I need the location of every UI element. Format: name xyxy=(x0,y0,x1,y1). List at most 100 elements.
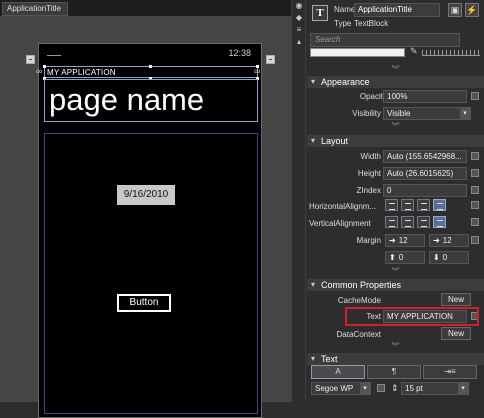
margin-top-field[interactable]: ⬆ 0 xyxy=(385,251,425,264)
horizontal-alignment-label: HorizontalAlignm... xyxy=(309,202,377,211)
advanced-options-icon[interactable] xyxy=(471,152,479,160)
margin-left-field[interactable]: ➜ 12 xyxy=(385,234,425,247)
advanced-options-icon[interactable] xyxy=(471,186,479,194)
arrow-right-icon: ➜ xyxy=(433,236,440,245)
zindex-field[interactable]: 0 xyxy=(383,184,467,197)
appearance-section-header[interactable]: Appearance xyxy=(307,76,484,88)
advanced-options-icon[interactable] xyxy=(471,218,479,226)
advanced-options-icon[interactable] xyxy=(377,384,385,392)
align-middle-icon[interactable] xyxy=(401,216,414,228)
font-family-select[interactable]: Segoe WP ▾ xyxy=(311,382,371,395)
status-time: 12:38 xyxy=(228,48,251,58)
cachemode-new-button[interactable]: New xyxy=(441,293,471,306)
align-stretch-icon[interactable] xyxy=(433,199,446,211)
advanced-options-icon[interactable] xyxy=(471,169,479,177)
resize-handle[interactable] xyxy=(149,65,152,68)
height-field[interactable]: Auto (26.6015625) xyxy=(383,167,467,180)
panel-toolbar: ◉ ◆ ≡ ▴ xyxy=(292,0,306,402)
left-adorner-icon[interactable] xyxy=(26,55,35,64)
eyedropper-icon[interactable]: ✎ xyxy=(410,46,418,57)
tab-indent-icon[interactable]: ⇥≡ xyxy=(423,365,477,379)
layout-section-header[interactable]: Layout xyxy=(307,135,484,147)
text-tabs: A ¶ ⇥≡ xyxy=(311,365,479,379)
visibility-select[interactable]: Visible ▾ xyxy=(383,107,471,120)
right-adorner-icon[interactable] xyxy=(266,55,275,64)
datacontext-label: DataContext xyxy=(336,330,381,339)
type-label: Type xyxy=(334,19,352,28)
text-property-highlight xyxy=(345,307,479,326)
font-size-select[interactable]: 15 pt ▾ xyxy=(401,382,469,395)
align-center-icon[interactable] xyxy=(401,199,414,211)
margin-top-value: 0 xyxy=(398,253,404,262)
margin-left-value: 12 xyxy=(398,236,408,245)
align-left-icon[interactable] xyxy=(385,199,398,211)
gradient-ruler[interactable] xyxy=(422,50,480,56)
arrow-down-icon: ⬇ xyxy=(433,253,440,262)
margin-right-field[interactable]: ➜ 12 xyxy=(429,234,469,247)
textblock-type-icon: T xyxy=(312,5,328,21)
align-vstretch-icon[interactable] xyxy=(433,216,446,228)
type-value: TextBlock xyxy=(354,19,389,28)
arrow-up-icon: ⬆ xyxy=(389,253,396,262)
property-search-input[interactable]: Search xyxy=(310,33,460,47)
name-field[interactable]: ApplicationTitle xyxy=(354,3,440,17)
width-label: Width xyxy=(360,152,381,161)
margin-right-value: 12 xyxy=(442,236,452,245)
pin-icon[interactable]: ◉ xyxy=(295,2,303,10)
align-bottom-icon[interactable] xyxy=(417,216,430,228)
brush-editor: ✎ xyxy=(310,46,481,58)
opacity-label: Opacity xyxy=(359,92,387,101)
height-label: Height xyxy=(357,169,381,178)
arrow-left-icon: ➜ xyxy=(389,236,396,245)
tab-font-icon[interactable]: A xyxy=(311,365,365,379)
brush-swatch[interactable] xyxy=(310,48,405,57)
advanced-options-icon[interactable] xyxy=(471,92,479,100)
tab-paragraph-icon[interactable]: ¶ xyxy=(367,365,421,379)
events-view-icon[interactable]: ⚡ xyxy=(465,3,479,17)
expand-chevron-icon[interactable]: ︾ xyxy=(307,66,484,74)
signal-icon xyxy=(47,50,61,56)
font-size-value: 15 pt xyxy=(405,384,423,393)
align-right-icon[interactable] xyxy=(417,199,430,211)
expand-chevron-icon[interactable]: ︾ xyxy=(307,343,484,351)
phone-button[interactable]: Button xyxy=(117,294,171,312)
zindex-label: ZIndex xyxy=(356,186,381,195)
margin-bottom-value: 0 xyxy=(442,253,448,262)
properties-view-icon[interactable]: ▣ xyxy=(448,3,462,17)
properties-header: T Name ApplicationTitle Type TextBlock ▣… xyxy=(307,0,484,30)
width-field[interactable]: Auto (155.6542968... xyxy=(383,150,467,163)
margin-label: Margin xyxy=(356,236,381,245)
advanced-options-icon[interactable] xyxy=(471,201,479,209)
phone-status-bar: 12:38 xyxy=(39,44,261,62)
cachemode-label: CacheMode xyxy=(337,296,381,305)
scroll-up-icon[interactable]: ▴ xyxy=(295,38,303,46)
application-title-text[interactable]: MY APPLICATION xyxy=(47,68,116,77)
font-family-value: Segoe WP xyxy=(315,384,354,393)
document-tab[interactable]: ApplicationTitle xyxy=(2,2,68,16)
text-section-header[interactable]: Text xyxy=(307,353,484,365)
visibility-value: Visible xyxy=(387,109,411,118)
datacontext-new-button[interactable]: New xyxy=(441,327,471,340)
properties-icon[interactable]: ≡ xyxy=(295,26,303,34)
advanced-options-icon[interactable] xyxy=(471,236,479,244)
phone-frame: 12:38 ∞ ∞ MY APPLICATION page name 9/16/… xyxy=(36,43,262,418)
resize-handle[interactable] xyxy=(43,65,46,68)
common-properties-section-header[interactable]: Common Properties xyxy=(307,279,484,291)
content-panel[interactable] xyxy=(44,133,258,414)
expand-chevron-icon[interactable]: ︾ xyxy=(307,268,484,276)
margin-bottom-field[interactable]: ⬇ 0 xyxy=(429,251,469,264)
link-left-icon: ∞ xyxy=(36,66,43,76)
align-top-icon[interactable] xyxy=(385,216,398,228)
events-icon[interactable]: ◆ xyxy=(295,14,303,22)
name-label: Name xyxy=(334,5,356,14)
page-title-text[interactable]: page name xyxy=(49,82,204,118)
dropdown-arrow-icon: ▾ xyxy=(460,108,470,119)
opacity-field[interactable]: 100% xyxy=(383,90,467,103)
resize-handle[interactable] xyxy=(256,65,259,68)
design-canvas[interactable]: 12:38 ∞ ∞ MY APPLICATION page name 9/16/… xyxy=(0,16,292,418)
vertical-alignment-label: VerticalAlignment xyxy=(309,219,371,228)
visibility-label: Visibility xyxy=(352,109,381,118)
properties-panel: T Name ApplicationTitle Type TextBlock ▣… xyxy=(307,0,484,402)
expand-chevron-icon[interactable]: ︾ xyxy=(307,123,484,131)
date-textbox[interactable]: 9/16/2010 xyxy=(117,185,175,205)
